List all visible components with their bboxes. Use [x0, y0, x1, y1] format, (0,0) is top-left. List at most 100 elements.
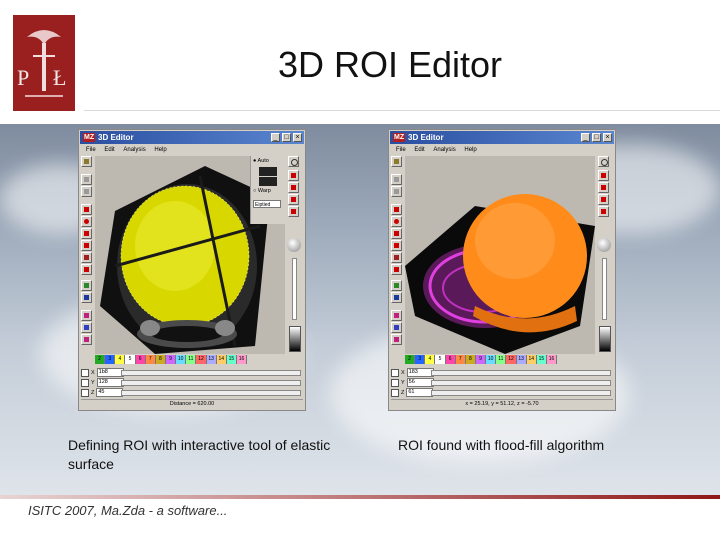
color-swatch[interactable]: 3 — [105, 355, 116, 364]
coord-z-checkbox[interactable] — [81, 388, 89, 397]
roi-erase-tool[interactable] — [391, 252, 402, 263]
color-swatch[interactable]: 15 — [536, 355, 547, 364]
roi-circle-tool[interactable] — [81, 216, 92, 227]
menu-edit[interactable]: Edit — [104, 147, 114, 153]
close-button[interactable]: × — [603, 133, 612, 142]
color-swatch[interactable]: 4 — [115, 355, 126, 364]
color-swatch[interactable]: 4 — [425, 355, 436, 364]
roi-square-tool[interactable] — [81, 228, 92, 239]
roi-red-tool[interactable] — [81, 204, 92, 215]
cancel-tool[interactable] — [81, 292, 92, 303]
coord-x-slider[interactable] — [431, 370, 611, 376]
layer-tool-1[interactable] — [391, 310, 402, 321]
color-swatch[interactable]: 9 — [475, 355, 487, 364]
layer-tool-3[interactable] — [81, 334, 92, 345]
color-swatch[interactable]: 10 — [176, 355, 187, 364]
move-tool[interactable] — [391, 174, 402, 185]
roi-circle-tool[interactable] — [391, 216, 402, 227]
coord-y-checkbox[interactable] — [81, 378, 89, 387]
color-swatch[interactable]: 9 — [165, 355, 177, 364]
arrows-tool-1[interactable] — [288, 170, 299, 181]
color-swatch[interactable]: 15 — [226, 355, 237, 364]
close-button[interactable]: × — [293, 133, 302, 142]
mode-warp-option[interactable]: ○ Warp — [253, 188, 271, 195]
check-tool[interactable] — [391, 280, 402, 291]
roi-fill-tool[interactable] — [391, 264, 402, 275]
roi-blob-tool[interactable] — [81, 240, 92, 251]
minimize-button[interactable]: _ — [581, 133, 590, 142]
layer-tool-3[interactable] — [391, 334, 402, 345]
menu-analysis[interactable]: Analysis — [433, 147, 455, 153]
menu-help[interactable]: Help — [154, 147, 166, 153]
color-swatch[interactable]: 16 — [236, 355, 248, 364]
mode-dropdown[interactable]: Eiptied — [253, 200, 281, 208]
coord-x-checkbox[interactable] — [81, 368, 89, 377]
color-swatch[interactable]: 10 — [486, 355, 497, 364]
coord-z-value[interactable]: 45 — [96, 388, 124, 397]
zoom-tool[interactable] — [598, 156, 609, 167]
color-swatch[interactable]: 6 — [445, 355, 456, 364]
color-swatch[interactable]: 12 — [196, 355, 207, 364]
color-swatch[interactable]: 13 — [206, 355, 217, 364]
color-swatch[interactable]: 11 — [186, 355, 197, 364]
arrows-tool-3[interactable] — [288, 194, 299, 205]
roi-square-tool[interactable] — [391, 228, 402, 239]
coord-x-slider[interactable] — [121, 370, 301, 376]
coord-z-slider[interactable] — [431, 390, 611, 396]
menu-file[interactable]: File — [396, 147, 406, 153]
layer-tool-1[interactable] — [81, 310, 92, 321]
cancel-tool[interactable] — [391, 292, 402, 303]
menu-analysis[interactable]: Analysis — [123, 147, 145, 153]
roi-red-tool[interactable] — [391, 204, 402, 215]
coord-x-value[interactable]: 183 — [406, 368, 434, 377]
color-swatch[interactable]: 5 — [435, 355, 446, 364]
check-tool[interactable] — [81, 280, 92, 291]
menu-help[interactable]: Help — [464, 147, 476, 153]
vertical-slider[interactable] — [292, 258, 297, 320]
color-swatch[interactable]: 3 — [415, 355, 426, 364]
zoom-tool[interactable] — [288, 156, 299, 167]
coord-y-value[interactable]: 128 — [96, 378, 124, 387]
color-swatch[interactable]: 11 — [496, 355, 507, 364]
coord-z-value[interactable]: 61 — [406, 388, 434, 397]
arrows-tool-1[interactable] — [598, 170, 609, 181]
rotation-dial[interactable] — [287, 238, 301, 252]
coord-y-slider[interactable] — [121, 380, 301, 386]
color-swatch[interactable]: 2 — [95, 355, 106, 364]
color-swatch[interactable]: 7 — [455, 355, 466, 364]
left-3d-view[interactable]: ● Auto ○ Warp Eiptied — [95, 156, 285, 354]
rotation-dial[interactable] — [597, 238, 611, 252]
mode-auto-option[interactable]: ● Auto — [253, 158, 269, 165]
pan-tool[interactable] — [391, 186, 402, 197]
arrows-tool-2[interactable] — [288, 182, 299, 193]
color-swatch[interactable]: 8 — [465, 355, 476, 364]
coord-x-value[interactable]: 1b8 — [96, 368, 124, 377]
coord-y-checkbox[interactable] — [391, 378, 399, 387]
maximize-button[interactable]: □ — [282, 133, 291, 142]
menu-edit[interactable]: Edit — [414, 147, 424, 153]
right-3d-view[interactable] — [405, 156, 595, 354]
color-swatch[interactable]: 5 — [125, 355, 136, 364]
maximize-button[interactable]: □ — [592, 133, 601, 142]
roi-fill-tool[interactable] — [81, 264, 92, 275]
coord-y-slider[interactable] — [431, 380, 611, 386]
roi-erase-tool[interactable] — [81, 252, 92, 263]
roi-blob-tool[interactable] — [391, 240, 402, 251]
menu-file[interactable]: File — [86, 147, 96, 153]
color-swatch[interactable]: 7 — [145, 355, 156, 364]
color-swatch[interactable]: 2 — [405, 355, 416, 364]
color-swatch[interactable]: 6 — [135, 355, 146, 364]
coord-x-checkbox[interactable] — [391, 368, 399, 377]
color-swatch[interactable]: 16 — [546, 355, 558, 364]
minimize-button[interactable]: _ — [271, 133, 280, 142]
color-swatch[interactable]: 13 — [516, 355, 527, 364]
arrows-tool-2[interactable] — [598, 182, 609, 193]
layer-tool-2[interactable] — [81, 322, 92, 333]
coord-z-slider[interactable] — [121, 390, 301, 396]
open-tool[interactable] — [391, 156, 402, 167]
color-swatch[interactable]: 14 — [216, 355, 227, 364]
coord-y-value[interactable]: 56 — [406, 378, 434, 387]
vertical-slider[interactable] — [602, 258, 607, 320]
color-swatch[interactable]: 8 — [155, 355, 166, 364]
open-tool[interactable] — [81, 156, 92, 167]
